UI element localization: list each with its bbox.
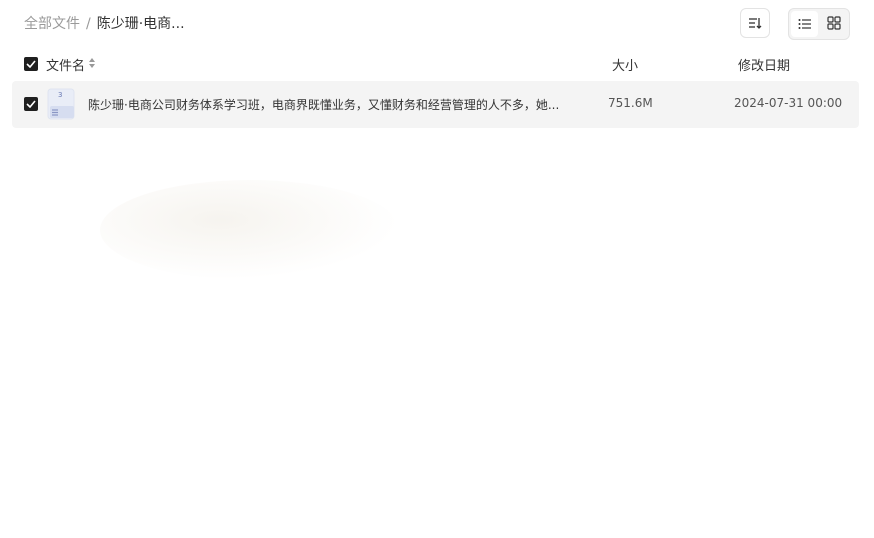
breadcrumb: 全部文件 / 陈少珊·电商... [24, 14, 185, 34]
archive-file-icon: 3 [46, 88, 76, 120]
list-view-icon [798, 15, 812, 34]
decorative-blur [100, 180, 400, 280]
file-manager-page: 全部文件 / 陈少珊·电商... 文件名 大小 修改日期 3 陈少珊·电商公司财… [0, 0, 874, 538]
breadcrumb-separator: / [86, 16, 91, 32]
sort-button[interactable] [740, 8, 770, 38]
check-icon [26, 100, 36, 108]
file-size: 751.6M [608, 96, 653, 110]
file-name[interactable]: 陈少珊·电商公司财务体系学习班，电商界既懂业务，又懂财务和经营管理的人不多，她.… [88, 96, 568, 113]
breadcrumb-root-link[interactable]: 全部文件 [24, 16, 80, 32]
table-header: 文件名 大小 修改日期 [12, 50, 859, 78]
select-all-checkbox[interactable] [24, 57, 38, 71]
sort-arrows-icon [89, 57, 96, 72]
top-bar: 全部文件 / 陈少珊·电商... [0, 0, 874, 48]
grid-view-button[interactable] [820, 11, 847, 37]
list-view-button[interactable] [791, 11, 818, 37]
file-date: 2024-07-31 00:00 [734, 96, 843, 110]
column-header-size[interactable]: 大小 [612, 55, 638, 74]
column-header-name[interactable]: 文件名 [46, 55, 96, 74]
sort-icon [748, 14, 762, 33]
column-header-date[interactable]: 修改日期 [738, 55, 790, 74]
view-toggle [788, 8, 850, 40]
breadcrumb-current: 陈少珊·电商... [96, 16, 185, 32]
grid-view-icon [826, 15, 841, 34]
column-header-name-label: 文件名 [46, 59, 86, 74]
row-checkbox[interactable] [24, 97, 38, 111]
table-row[interactable]: 3 陈少珊·电商公司财务体系学习班，电商界既懂业务，又懂财务和经营管理的人不多，… [12, 81, 859, 128]
svg-text:3: 3 [58, 91, 62, 99]
check-icon [26, 60, 36, 68]
